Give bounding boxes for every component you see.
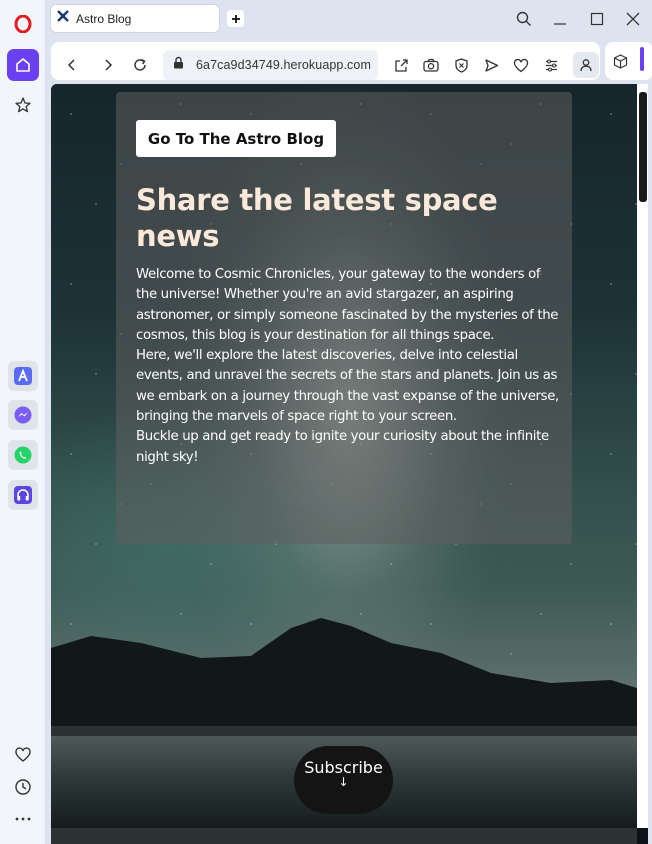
- forward-icon[interactable]: [97, 54, 119, 76]
- more-icon[interactable]: [7, 803, 39, 835]
- camera-icon[interactable]: [422, 56, 440, 74]
- home-icon[interactable]: [7, 49, 39, 81]
- minimize-icon[interactable]: [549, 8, 571, 30]
- url-text: 6a7ca9d34749.herokuapp.com: [196, 58, 371, 72]
- back-icon[interactable]: [61, 54, 83, 76]
- scrollbar-thumb[interactable]: [639, 92, 647, 202]
- close-icon[interactable]: [622, 8, 644, 30]
- page-viewport: Go To The Astro Blog Share the latest sp…: [51, 84, 648, 844]
- heart-icon[interactable]: [512, 56, 530, 74]
- tab-title: Astro Blog: [76, 11, 132, 26]
- aria-icon[interactable]: [8, 361, 38, 391]
- extensions-panel: [605, 42, 652, 80]
- arrow-down-icon: ↓: [338, 775, 349, 789]
- whatsapp-icon[interactable]: [8, 440, 38, 470]
- page-footer-strip: [51, 828, 637, 844]
- extension-indicator: [640, 47, 644, 71]
- lock-icon: [173, 56, 184, 74]
- subscribe-button[interactable]: Subscribe ↓: [294, 746, 393, 814]
- send-icon[interactable]: [482, 56, 500, 74]
- cube-icon[interactable]: [611, 52, 629, 70]
- tab-astro-blog[interactable]: Astro Blog: [51, 5, 219, 32]
- tab-favicon-icon: [56, 9, 70, 28]
- new-tab-button[interactable]: [227, 10, 244, 27]
- reload-icon[interactable]: [129, 54, 151, 76]
- opera-logo-icon[interactable]: [7, 8, 39, 40]
- star-icon[interactable]: [7, 89, 39, 121]
- history-icon[interactable]: [7, 771, 39, 803]
- share-icon[interactable]: [392, 56, 410, 74]
- toolbar-panel: 6a7ca9d34749.herokuapp.com: [51, 42, 600, 80]
- browser-toolbar: 6a7ca9d34749.herokuapp.com: [46, 38, 652, 84]
- tab-strip: Astro Blog: [46, 0, 652, 38]
- music-icon[interactable]: [8, 480, 38, 510]
- opera-sidebar: [0, 0, 46, 844]
- intro-text: Welcome to Cosmic Chronicles, your gatew…: [136, 265, 561, 468]
- intro-paragraph: Welcome to Cosmic Chronicles, your gatew…: [136, 267, 559, 343]
- address-bar[interactable]: 6a7ca9d34749.herokuapp.com: [163, 50, 378, 80]
- page-headline: Share the latest space news: [136, 183, 498, 253]
- shield-icon[interactable]: [452, 56, 470, 74]
- easy-setup-icon[interactable]: [542, 56, 560, 74]
- intro-card: Go To The Astro Blog Share the latest sp…: [116, 92, 572, 544]
- messenger-icon[interactable]: [8, 400, 38, 430]
- intro-paragraph: Buckle up and get ready to ignite your c…: [136, 429, 549, 465]
- go-to-blog-button[interactable]: Go To The Astro Blog: [136, 120, 336, 157]
- search-icon[interactable]: [513, 8, 535, 30]
- profile-icon[interactable]: [573, 52, 599, 78]
- heart-icon[interactable]: [7, 739, 39, 771]
- maximize-icon[interactable]: [586, 8, 608, 30]
- intro-paragraph: Here, we'll explore the latest discoveri…: [136, 348, 559, 425]
